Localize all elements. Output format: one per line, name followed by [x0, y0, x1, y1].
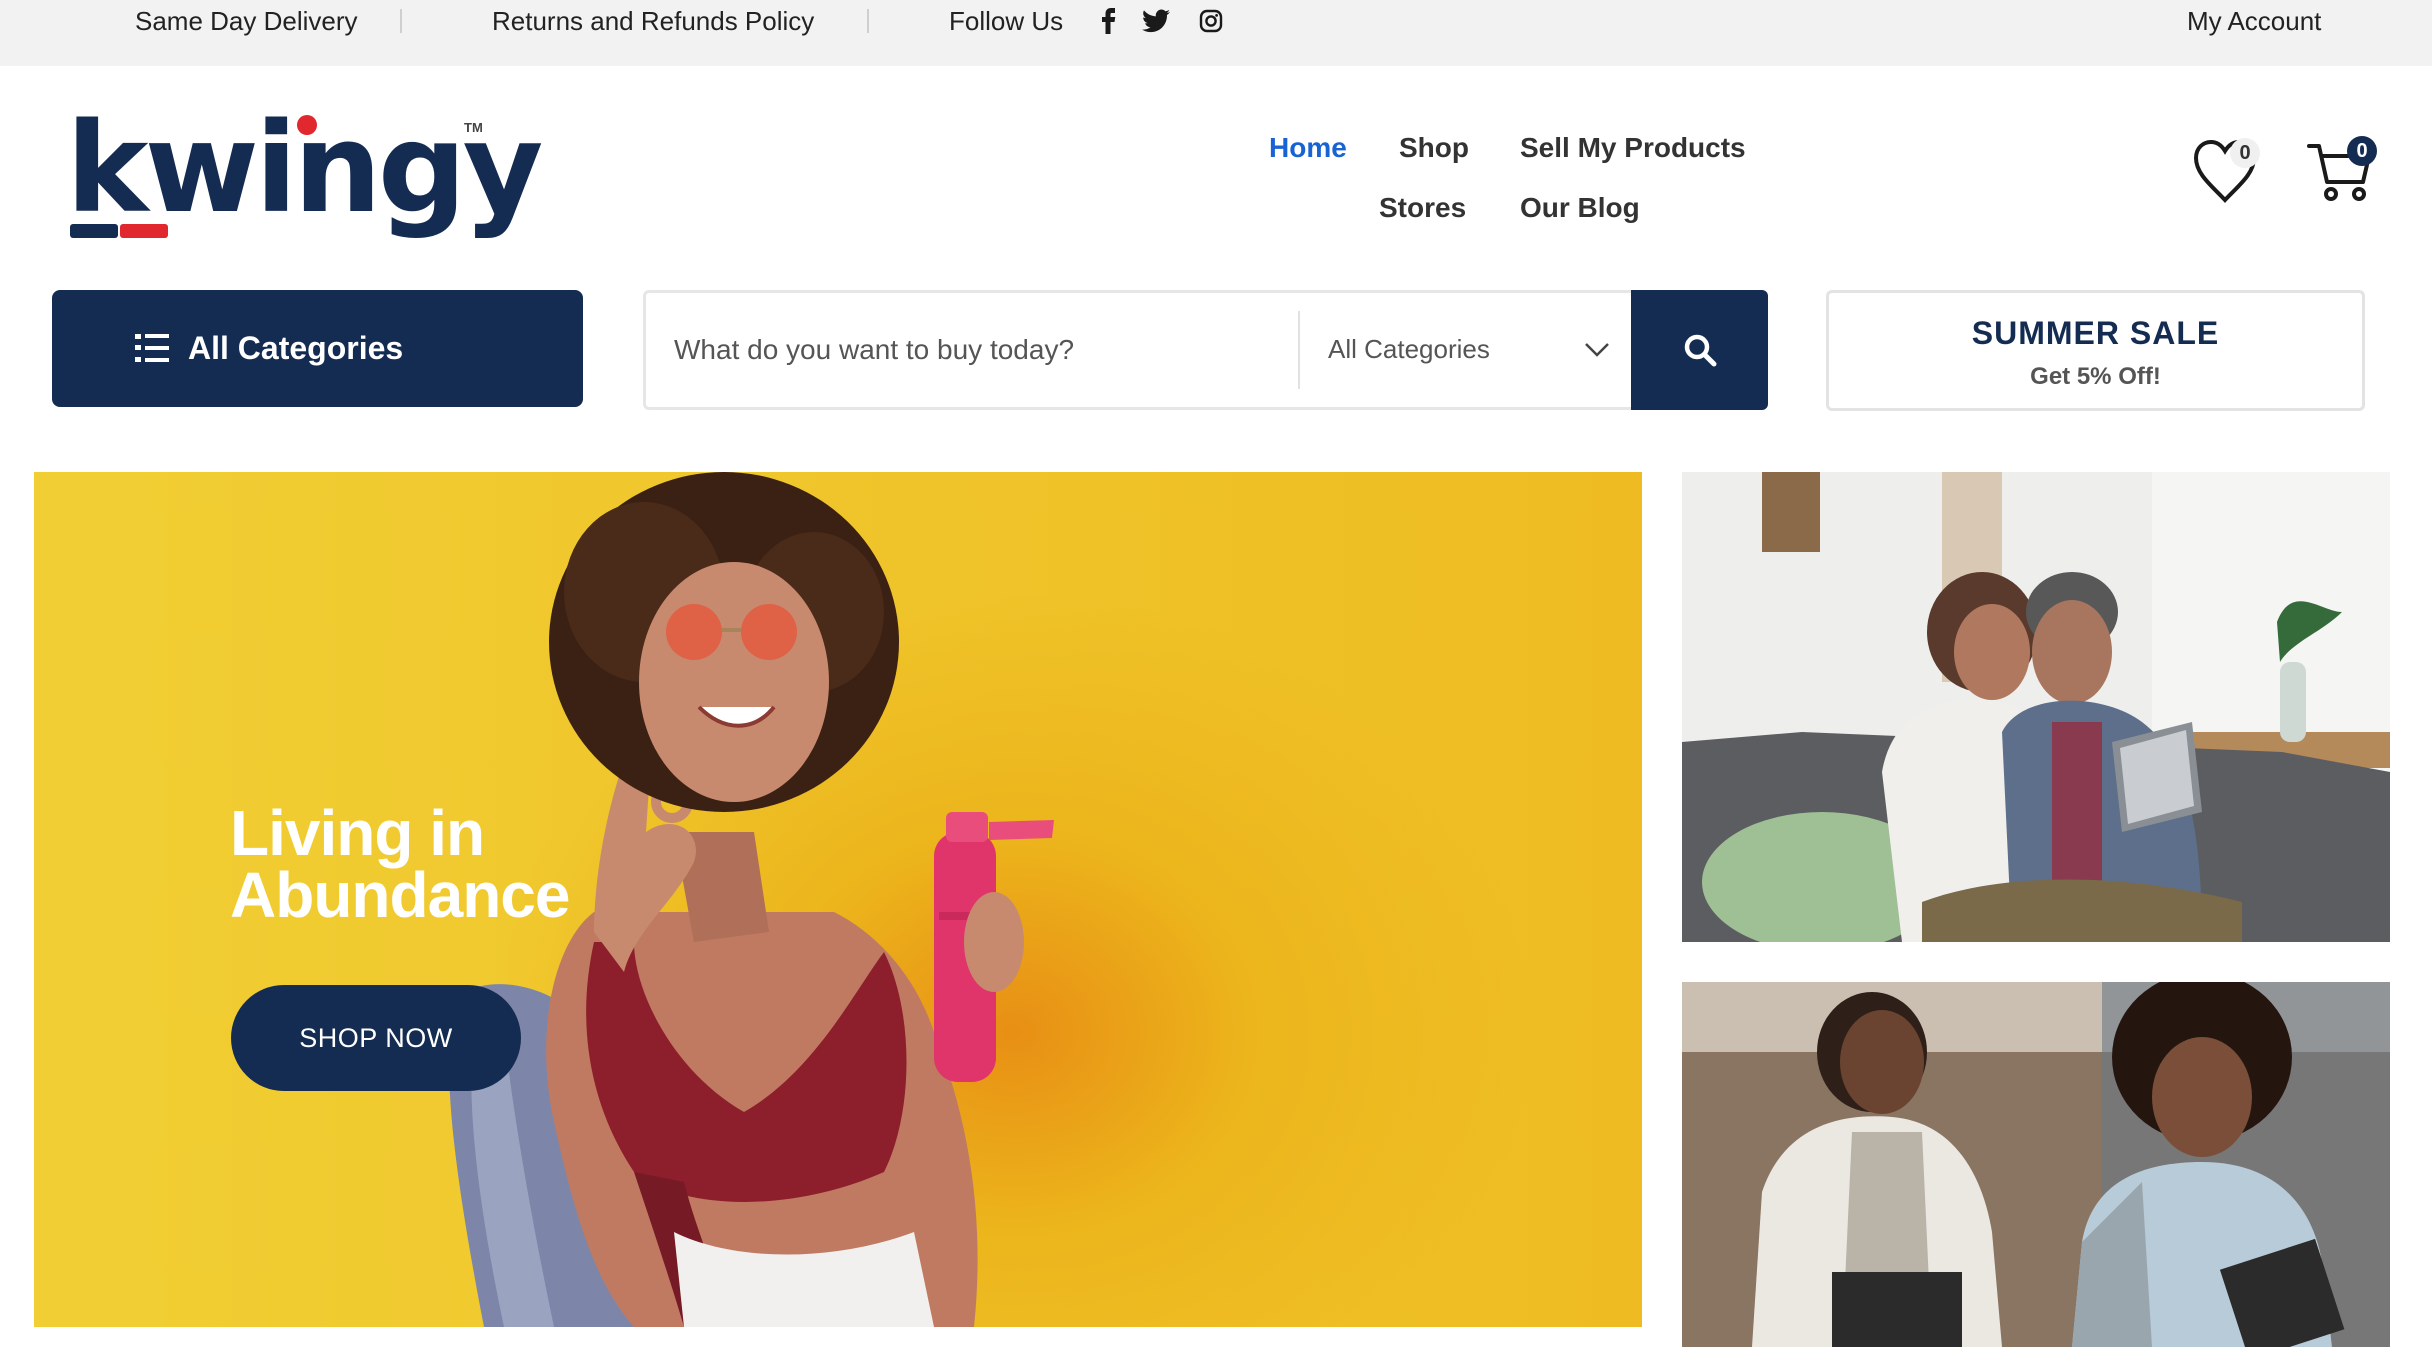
nav-stores[interactable]: Stores — [1379, 188, 1466, 228]
chevron-down-icon[interactable] — [1581, 333, 1613, 365]
list-icon — [135, 334, 169, 362]
my-account-link[interactable]: My Account — [2187, 0, 2321, 42]
divider — [400, 9, 402, 33]
search-button[interactable] — [1631, 290, 1768, 410]
logo-bar-blue — [70, 224, 118, 238]
hero-banner: Living in Abundance SHOP NOW — [34, 472, 1642, 1327]
hero-title-line: Abundance — [230, 859, 570, 931]
nav-home[interactable]: Home — [1269, 128, 1347, 168]
promo-subtitle: Get 5% Off! — [2030, 363, 2161, 390]
hero-title-line: Living in — [230, 797, 485, 869]
search-bar: All Categories — [643, 290, 1768, 410]
cart-button[interactable]: 0 — [2305, 136, 2377, 208]
follow-us-label: Follow Us — [949, 6, 1064, 36]
site-logo[interactable]: kwingy TM — [66, 107, 543, 245]
logo-bar-red — [120, 224, 168, 238]
same-day-delivery-link[interactable]: Same Day Delivery — [135, 0, 358, 42]
summer-sale-promo[interactable]: SUMMER SALE Get 5% Off! — [1826, 290, 2365, 411]
professionals-photo — [1682, 982, 2390, 1347]
wishlist-button[interactable]: 0 — [2190, 136, 2260, 206]
nav-our-blog[interactable]: Our Blog — [1520, 188, 1640, 228]
twitter-icon[interactable] — [1141, 6, 1171, 36]
facebook-icon[interactable] — [1093, 6, 1123, 36]
category-select[interactable]: All Categories — [1328, 329, 1490, 369]
search-icon — [1684, 334, 1716, 367]
trademark-mark: TM — [464, 120, 483, 135]
instagram-icon[interactable] — [1196, 6, 1226, 36]
wishlist-count-badge: 0 — [2230, 138, 2260, 168]
all-categories-label: All Categories — [188, 330, 404, 366]
all-categories-button[interactable]: All Categories — [52, 290, 583, 407]
returns-policy-link[interactable]: Returns and Refunds Policy — [492, 0, 814, 42]
logo-dot — [297, 115, 317, 135]
top-bar: Same Day Delivery Returns and Refunds Po… — [0, 0, 2432, 66]
search-divider — [1298, 311, 1300, 389]
nav-shop[interactable]: Shop — [1399, 128, 1469, 168]
side-banner-professionals[interactable] — [1682, 982, 2390, 1347]
couple-photo — [1682, 472, 2390, 942]
promo-title: SUMMER SALE — [1971, 315, 2220, 351]
side-banner-couple[interactable] — [1682, 472, 2390, 942]
cart-count-badge: 0 — [2347, 136, 2377, 166]
shop-now-button[interactable]: SHOP NOW — [231, 985, 521, 1091]
divider — [867, 9, 869, 33]
hero-title: Living in Abundance — [230, 797, 570, 931]
search-input[interactable] — [674, 321, 1264, 379]
nav-sell-my-products[interactable]: Sell My Products — [1520, 128, 1746, 168]
